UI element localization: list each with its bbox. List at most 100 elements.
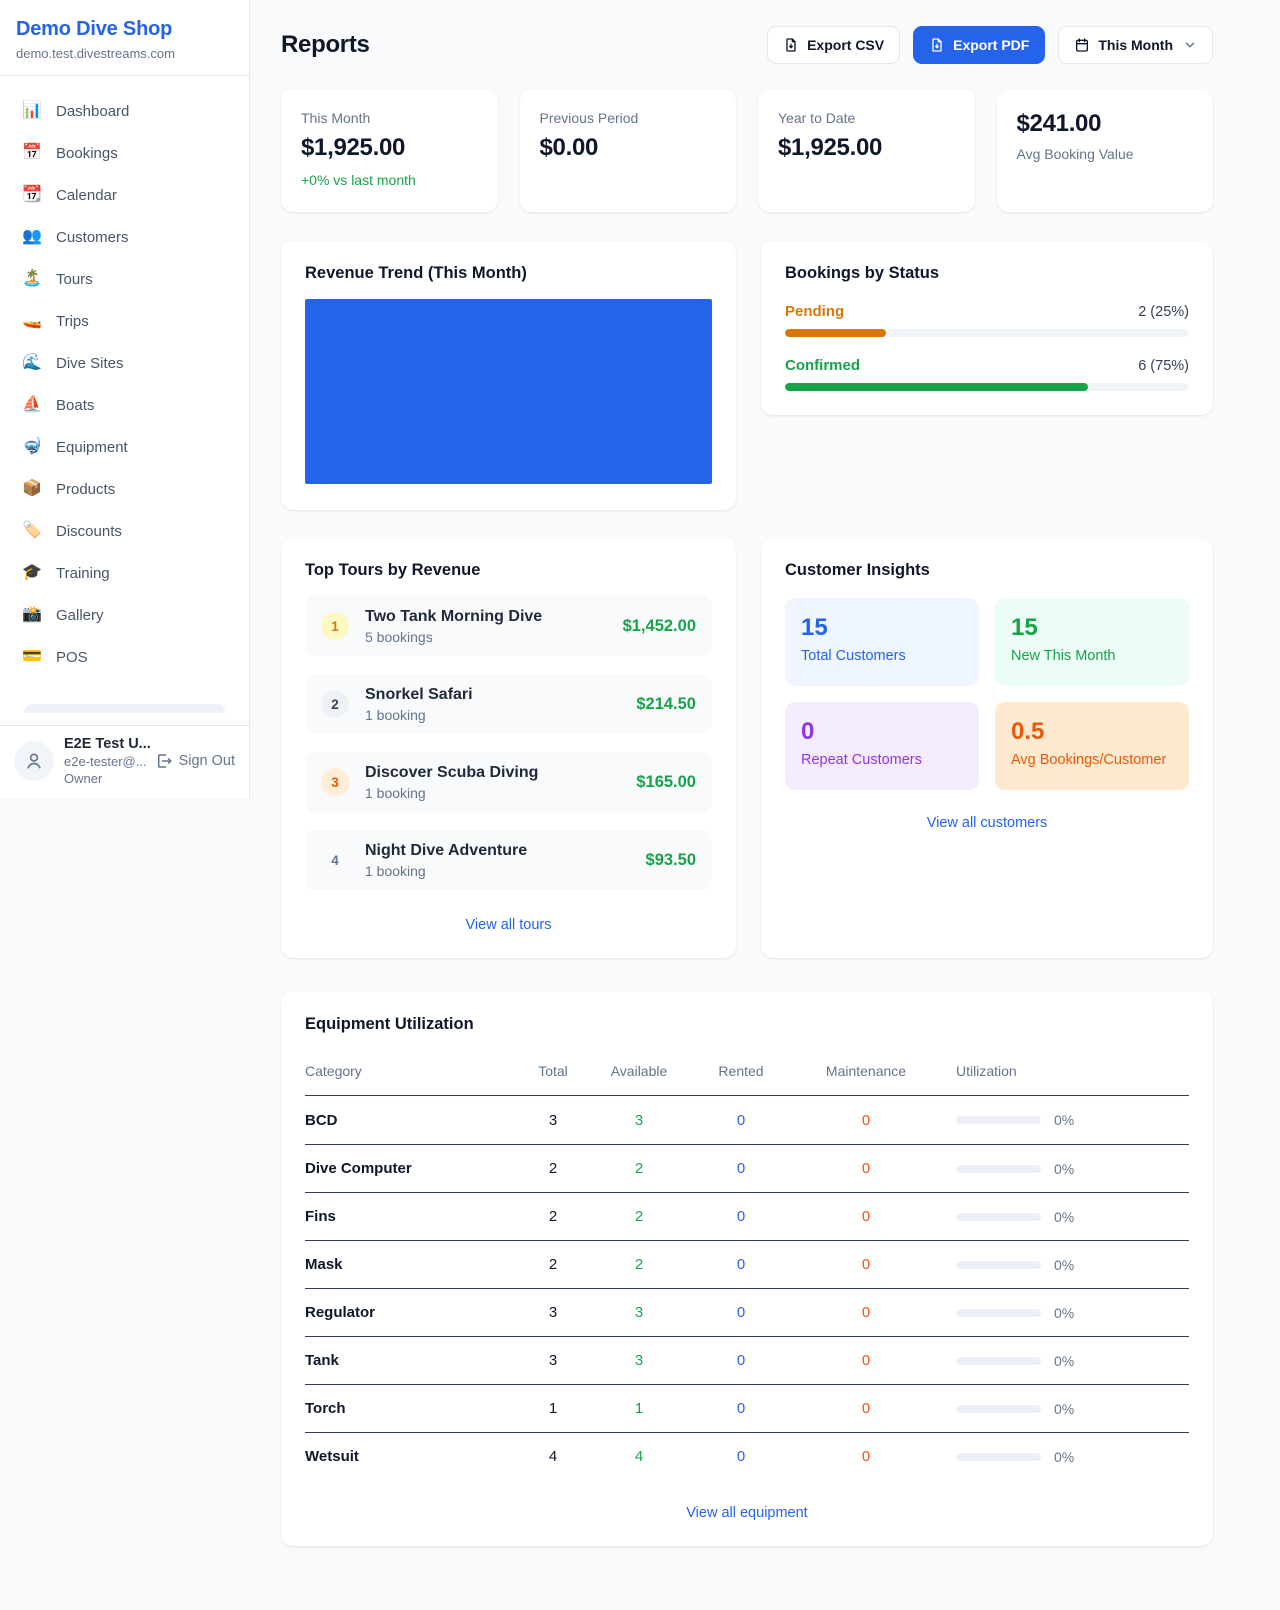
tour-revenue: $165.00 bbox=[636, 773, 696, 792]
user-footer: E2E Test U... e2e-tester@... Owner Sign … bbox=[0, 725, 249, 798]
sign-out-button[interactable]: Sign Out bbox=[155, 752, 235, 770]
view-all-tours-link[interactable]: View all tours bbox=[466, 917, 552, 933]
sidebar-item-calendar[interactable]: 📆 Calendar bbox=[12, 174, 237, 216]
equipment-total: 4 bbox=[517, 1448, 589, 1465]
equipment-category: Dive Computer bbox=[305, 1160, 517, 1177]
wave-icon: 🌊 bbox=[22, 355, 42, 371]
sidebar-item-partial-highlight[interactable] bbox=[24, 704, 225, 713]
equipment-category: Mask bbox=[305, 1256, 517, 1273]
utilization-bar bbox=[956, 1261, 1041, 1269]
equipment-total: 2 bbox=[517, 1256, 589, 1273]
sidebar-item-gallery[interactable]: 📸 Gallery bbox=[12, 594, 237, 636]
user-email: e2e-tester@... bbox=[64, 754, 145, 769]
equipment-available: 3 bbox=[589, 1112, 689, 1129]
brand-domain: demo.test.divestreams.com bbox=[16, 46, 233, 61]
equipment-rented: 0 bbox=[689, 1208, 793, 1225]
header-actions: Export CSV Export PDF This Month bbox=[767, 26, 1213, 64]
insight-tile-repeat-customers: 0 Repeat Customers bbox=[785, 702, 979, 790]
sidebar-item-trips[interactable]: 🚤 Trips bbox=[12, 300, 237, 342]
tour-bookings: 1 booking bbox=[365, 785, 620, 801]
period-dropdown[interactable]: This Month bbox=[1058, 26, 1213, 64]
rank-badge: 1 bbox=[321, 612, 349, 640]
insight-label: Repeat Customers bbox=[801, 752, 963, 768]
status-value: 6 (75%) bbox=[1138, 358, 1189, 374]
equipment-utilization-title: Equipment Utilization bbox=[305, 1015, 1189, 1034]
equipment-total: 2 bbox=[517, 1160, 589, 1177]
sidebar-item-customers[interactable]: 👥 Customers bbox=[12, 216, 237, 258]
sailboat-icon: ⛵ bbox=[22, 397, 42, 413]
sidebar-item-dashboard[interactable]: 📊 Dashboard bbox=[12, 90, 237, 132]
insight-tile-total-customers: 15 Total Customers bbox=[785, 598, 979, 686]
equipment-maintenance: 0 bbox=[793, 1112, 939, 1129]
progress-track bbox=[785, 383, 1189, 391]
sidebar-item-training[interactable]: 🎓 Training bbox=[12, 552, 237, 594]
brand-name[interactable]: Demo Dive Shop bbox=[16, 18, 233, 41]
view-all-customers-link[interactable]: View all customers bbox=[927, 815, 1048, 831]
sidebar: Demo Dive Shop demo.test.divestreams.com… bbox=[0, 0, 250, 798]
view-all-equipment-link[interactable]: View all equipment bbox=[686, 1505, 807, 1521]
sidebar-item-label: Customers bbox=[56, 229, 129, 246]
export-pdf-label: Export PDF bbox=[953, 37, 1029, 53]
sidebar-item-boats[interactable]: ⛵ Boats bbox=[12, 384, 237, 426]
sidebar-item-equipment[interactable]: 🤿 Equipment bbox=[12, 426, 237, 468]
sidebar-item-dive-sites[interactable]: 🌊 Dive Sites bbox=[12, 342, 237, 384]
tour-row[interactable]: 4 Night Dive Adventure 1 booking $93.50 bbox=[305, 830, 712, 890]
equipment-category: Regulator bbox=[305, 1304, 517, 1321]
export-csv-label: Export CSV bbox=[807, 37, 884, 53]
table-row: BCD 3 3 0 0 0% bbox=[305, 1096, 1189, 1144]
equipment-rented: 0 bbox=[689, 1304, 793, 1321]
equipment-maintenance: 0 bbox=[793, 1352, 939, 1369]
progress-fill bbox=[785, 329, 886, 337]
charts-row: Revenue Trend (This Month) Bookings by S… bbox=[281, 242, 1213, 510]
stat-value: $0.00 bbox=[540, 134, 717, 162]
tour-row[interactable]: 2 Snorkel Safari 1 booking $214.50 bbox=[305, 674, 712, 734]
sidebar-item-label: POS bbox=[56, 649, 88, 666]
equipment-utilization-card: Equipment Utilization Category Total Ava… bbox=[281, 991, 1213, 1546]
sidebar-item-pos[interactable]: 💳 POS bbox=[12, 636, 237, 678]
speedboat-icon: 🚤 bbox=[22, 313, 42, 329]
export-csv-button[interactable]: Export CSV bbox=[767, 26, 900, 64]
tour-revenue: $93.50 bbox=[646, 851, 696, 870]
table-row: Torch 1 1 0 0 0% bbox=[305, 1384, 1189, 1432]
bookings-by-status-card: Bookings by Status Pending 2 (25%) Confi… bbox=[761, 242, 1213, 415]
sidebar-item-label: Calendar bbox=[56, 187, 117, 204]
stat-label: Avg Booking Value bbox=[1017, 146, 1194, 162]
column-header: Available bbox=[589, 1063, 689, 1089]
tearoff-calendar-icon: 📆 bbox=[22, 187, 42, 203]
credit-card-icon: 💳 bbox=[22, 649, 42, 665]
customer-insights-title: Customer Insights bbox=[785, 561, 1189, 580]
equipment-available: 4 bbox=[589, 1448, 689, 1465]
tour-name: Discover Scuba Diving bbox=[365, 764, 620, 782]
utilization-bar bbox=[956, 1116, 1041, 1124]
equipment-category: Tank bbox=[305, 1352, 517, 1369]
equipment-available: 3 bbox=[589, 1304, 689, 1321]
sidebar-item-discounts[interactable]: 🏷️ Discounts bbox=[12, 510, 237, 552]
sidebar-item-tours[interactable]: 🏝️ Tours bbox=[12, 258, 237, 300]
equipment-maintenance: 0 bbox=[793, 1256, 939, 1273]
column-header: Utilization bbox=[939, 1063, 1189, 1089]
package-icon: 📦 bbox=[22, 481, 42, 497]
tour-revenue: $214.50 bbox=[636, 695, 696, 714]
status-row-pending: Pending 2 (25%) bbox=[785, 303, 1189, 337]
brand-block: Demo Dive Shop demo.test.divestreams.com bbox=[0, 0, 249, 76]
equipment-rented: 0 bbox=[689, 1160, 793, 1177]
equipment-rented: 0 bbox=[689, 1112, 793, 1129]
utilization-pct: 0% bbox=[1054, 1449, 1074, 1465]
tour-row[interactable]: 1 Two Tank Morning Dive 5 bookings $1,45… bbox=[305, 596, 712, 656]
sidebar-item-label: Trips bbox=[56, 313, 89, 330]
utilization-bar bbox=[956, 1453, 1041, 1461]
insight-label: Avg Bookings/Customer bbox=[1011, 752, 1173, 768]
sidebar-item-products[interactable]: 📦 Products bbox=[12, 468, 237, 510]
table-row: Tank 3 3 0 0 0% bbox=[305, 1336, 1189, 1384]
export-pdf-button[interactable]: Export PDF bbox=[913, 26, 1045, 64]
tour-row[interactable]: 3 Discover Scuba Diving 1 booking $165.0… bbox=[305, 752, 712, 812]
revenue-trend-card: Revenue Trend (This Month) bbox=[281, 242, 736, 510]
equipment-total: 3 bbox=[517, 1304, 589, 1321]
tour-bookings: 1 booking bbox=[365, 863, 630, 879]
calendar-icon bbox=[1074, 37, 1090, 53]
sidebar-item-label: Equipment bbox=[56, 439, 128, 456]
equipment-maintenance: 0 bbox=[793, 1448, 939, 1465]
sidebar-item-bookings[interactable]: 📅 Bookings bbox=[12, 132, 237, 174]
stat-card-avg-booking-value: $241.00 Avg Booking Value bbox=[997, 90, 1214, 212]
sidebar-item-label: Tours bbox=[56, 271, 93, 288]
